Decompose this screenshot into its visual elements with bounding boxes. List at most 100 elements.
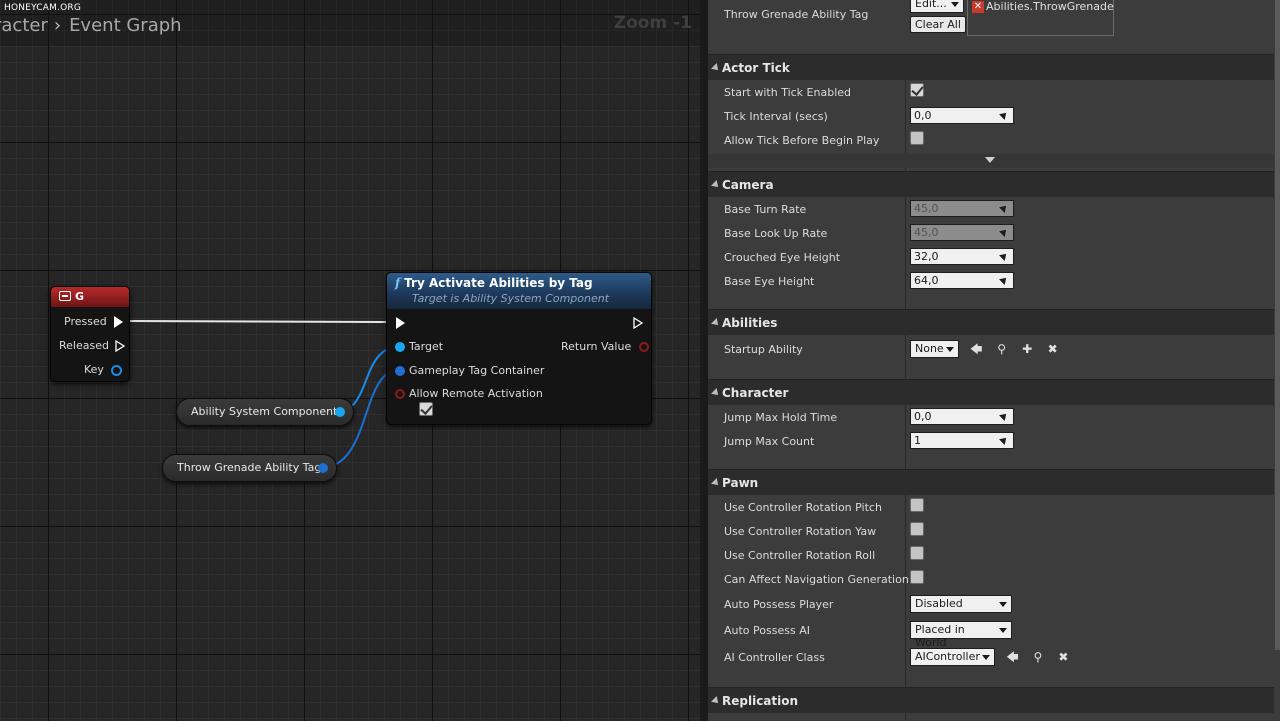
prop-label: Allow Tick Before Begin Play <box>724 134 880 147</box>
prop-row-rotation-yaw: Use Controller Rotation Yaw <box>708 520 1274 544</box>
prop-label: Jump Max Hold Time <box>724 411 838 424</box>
prop-label: Can Affect Navigation Generation <box>724 573 909 586</box>
pin-label-return-value: Return Value <box>561 340 632 353</box>
prop-label: Jump Max Count <box>724 435 815 448</box>
try-activate-abilities-node[interactable]: f Try Activate Abilities by Tag Target is… <box>386 272 652 425</box>
base-look-up-rate-input: 45,0 <box>910 224 1014 241</box>
jump-max-hold-time-input[interactable]: 0,0 <box>910 408 1014 425</box>
var-node-label: Throw Grenade Ability Tag <box>177 461 322 474</box>
pin-row-allow-remote: Allow Remote Activation <box>395 387 543 400</box>
exec-pin-in-icon[interactable] <box>396 317 405 329</box>
key-node-header: G <box>51 287 129 307</box>
exec-pin-pressed-icon[interactable] <box>114 316 124 328</box>
category-abilities[interactable]: Abilities <box>708 309 1274 335</box>
prop-label: Auto Possess Player <box>724 598 834 611</box>
prop-row-throw-grenade-tag: Throw Grenade Ability Tag Edit... Clear … <box>708 0 1274 56</box>
pin-row-released: Released <box>59 339 126 352</box>
key-event-node-g[interactable]: G Pressed Released Key <box>50 286 130 382</box>
category-camera[interactable]: Camera <box>708 171 1274 197</box>
struct-pin-out-icon[interactable] <box>318 463 328 473</box>
struct-pin-tag-container-icon[interactable] <box>395 366 405 376</box>
object-pin-out-icon[interactable] <box>335 407 345 417</box>
pin-label-pressed: Pressed <box>64 315 107 328</box>
tag-list-box: ✕ Abilities.ThrowGrenade <box>967 0 1114 36</box>
remove-tag-icon[interactable]: ✕ <box>972 1 984 13</box>
tag-edit-combo[interactable]: Edit... <box>910 0 964 13</box>
watermark: HONEYCAM.ORG <box>4 3 82 13</box>
exec-pin-released-icon[interactable] <box>115 340 126 352</box>
category-title: Abilities <box>722 316 778 330</box>
clear-x-icon[interactable]: ✖ <box>1045 341 1061 357</box>
prop-label: Use Controller Rotation Yaw <box>724 525 877 538</box>
prop-row-ai-controller-class: AI Controller Class AIController 🡄 ⚲ ✖ <box>708 646 1274 672</box>
pin-label-released: Released <box>59 339 109 352</box>
base-eye-height-input[interactable]: 64,0 <box>910 272 1014 289</box>
use-selected-arrow-icon[interactable]: 🡄 <box>968 341 984 357</box>
struct-pin-key-icon[interactable] <box>111 364 123 376</box>
nav-generation-checkbox[interactable] <box>910 570 924 584</box>
var-node-throw-grenade-ability-tag[interactable]: Throw Grenade Ability Tag <box>162 454 337 482</box>
ai-controller-class-combo[interactable]: AIController <box>910 648 995 666</box>
rotation-roll-checkbox[interactable] <box>910 546 924 560</box>
event-graph-canvas[interactable]: racter›Event Graph Zoom -1 G Pressed Rel… <box>0 0 700 721</box>
prop-label: AI Controller Class <box>724 651 825 664</box>
add-plus-icon[interactable]: ✚ <box>1019 341 1035 357</box>
pin-row-return: Return Value <box>561 340 649 353</box>
expand-advanced-icon[interactable] <box>985 157 995 163</box>
category-pawn[interactable]: Pawn <box>708 469 1274 495</box>
object-pin-target-icon[interactable] <box>395 342 405 352</box>
prop-row-start-with-tick: Start with Tick Enabled <box>708 81 1274 105</box>
category-title: Actor Tick <box>722 61 790 75</box>
prop-row-tick-interval: Tick Interval (secs) 0,0 <box>708 105 1274 129</box>
auto-possess-player-combo[interactable]: Disabled <box>910 595 1012 613</box>
pin-label-allow-remote: Allow Remote Activation <box>409 387 543 400</box>
browse-magnifier-icon[interactable]: ⚲ <box>1030 649 1046 665</box>
prop-label: Use Controller Rotation Pitch <box>724 501 882 514</box>
panel-splitter[interactable] <box>700 0 708 721</box>
base-turn-rate-input: 45,0 <box>910 200 1014 217</box>
prop-label: Base Look Up Rate <box>724 227 828 240</box>
category-replication[interactable]: Replication <box>708 687 1274 713</box>
function-node-title: Try Activate Abilities by Tag <box>404 276 593 290</box>
startup-ability-combo[interactable]: None <box>910 340 959 358</box>
rotation-yaw-checkbox[interactable] <box>910 522 924 536</box>
auto-possess-ai-combo[interactable]: Placed in World <box>910 621 1012 649</box>
var-node-ability-system-component[interactable]: Ability System Component <box>176 398 354 426</box>
details-scrollbar[interactable] <box>1275 0 1280 650</box>
allow-remote-checkbox[interactable] <box>419 402 433 416</box>
bool-pin-return-icon[interactable] <box>638 342 649 352</box>
browse-magnifier-icon[interactable]: ⚲ <box>994 341 1010 357</box>
rotation-pitch-checkbox[interactable] <box>910 498 924 512</box>
screen: HONEYCAM.ORG racter›Event Graph Zoom -1 … <box>0 0 1280 721</box>
exec-pin-out-icon[interactable] <box>633 317 643 329</box>
exec-wire <box>119 320 391 323</box>
prop-row-startup-ability: Startup Ability None 🡄 ⚲ ✚ ✖ <box>708 338 1274 364</box>
pin-label-key: Key <box>84 363 104 376</box>
prop-label: Use Controller Rotation Roll <box>724 549 876 562</box>
category-character[interactable]: Character <box>708 379 1274 405</box>
start-with-tick-checkbox[interactable] <box>910 83 924 97</box>
prop-row-crouched-eye-height: Crouched Eye Height 32,0 <box>708 246 1274 270</box>
pin-row-tag-container: Gameplay Tag Container <box>395 364 544 377</box>
crouched-eye-height-input[interactable]: 32,0 <box>910 248 1014 265</box>
function-node-subtitle: Target is Ability System Component <box>412 292 610 305</box>
clear-x-icon[interactable]: ✖ <box>1055 649 1071 665</box>
allow-tick-checkbox[interactable] <box>910 131 924 145</box>
pin-row-target: Target <box>395 340 443 353</box>
prop-label: Startup Ability <box>724 343 803 356</box>
category-title: Replication <box>722 694 799 708</box>
tick-interval-input[interactable]: 0,0 <box>910 107 1014 124</box>
prop-label: Throw Grenade Ability Tag <box>724 8 869 21</box>
clear-all-button[interactable]: Clear All <box>910 16 966 33</box>
use-selected-arrow-icon[interactable]: 🡄 <box>1004 649 1020 665</box>
details-panel: Throw Grenade Ability Tag Edit... Clear … <box>708 0 1280 721</box>
bool-pin-allow-remote-icon[interactable] <box>395 389 405 399</box>
pin-label-target: Target <box>409 340 444 353</box>
advanced-expander[interactable] <box>708 154 1274 168</box>
category-actor-tick[interactable]: Actor Tick <box>708 54 1274 80</box>
jump-max-count-input[interactable]: 1 <box>910 432 1014 449</box>
prop-row-auto-possess-player: Auto Possess Player Disabled <box>708 593 1274 617</box>
prop-label: Crouched Eye Height <box>724 251 841 264</box>
function-node-header: f Try Activate Abilities by Tag Target is… <box>387 273 651 309</box>
prop-label: Base Eye Height <box>724 275 815 288</box>
